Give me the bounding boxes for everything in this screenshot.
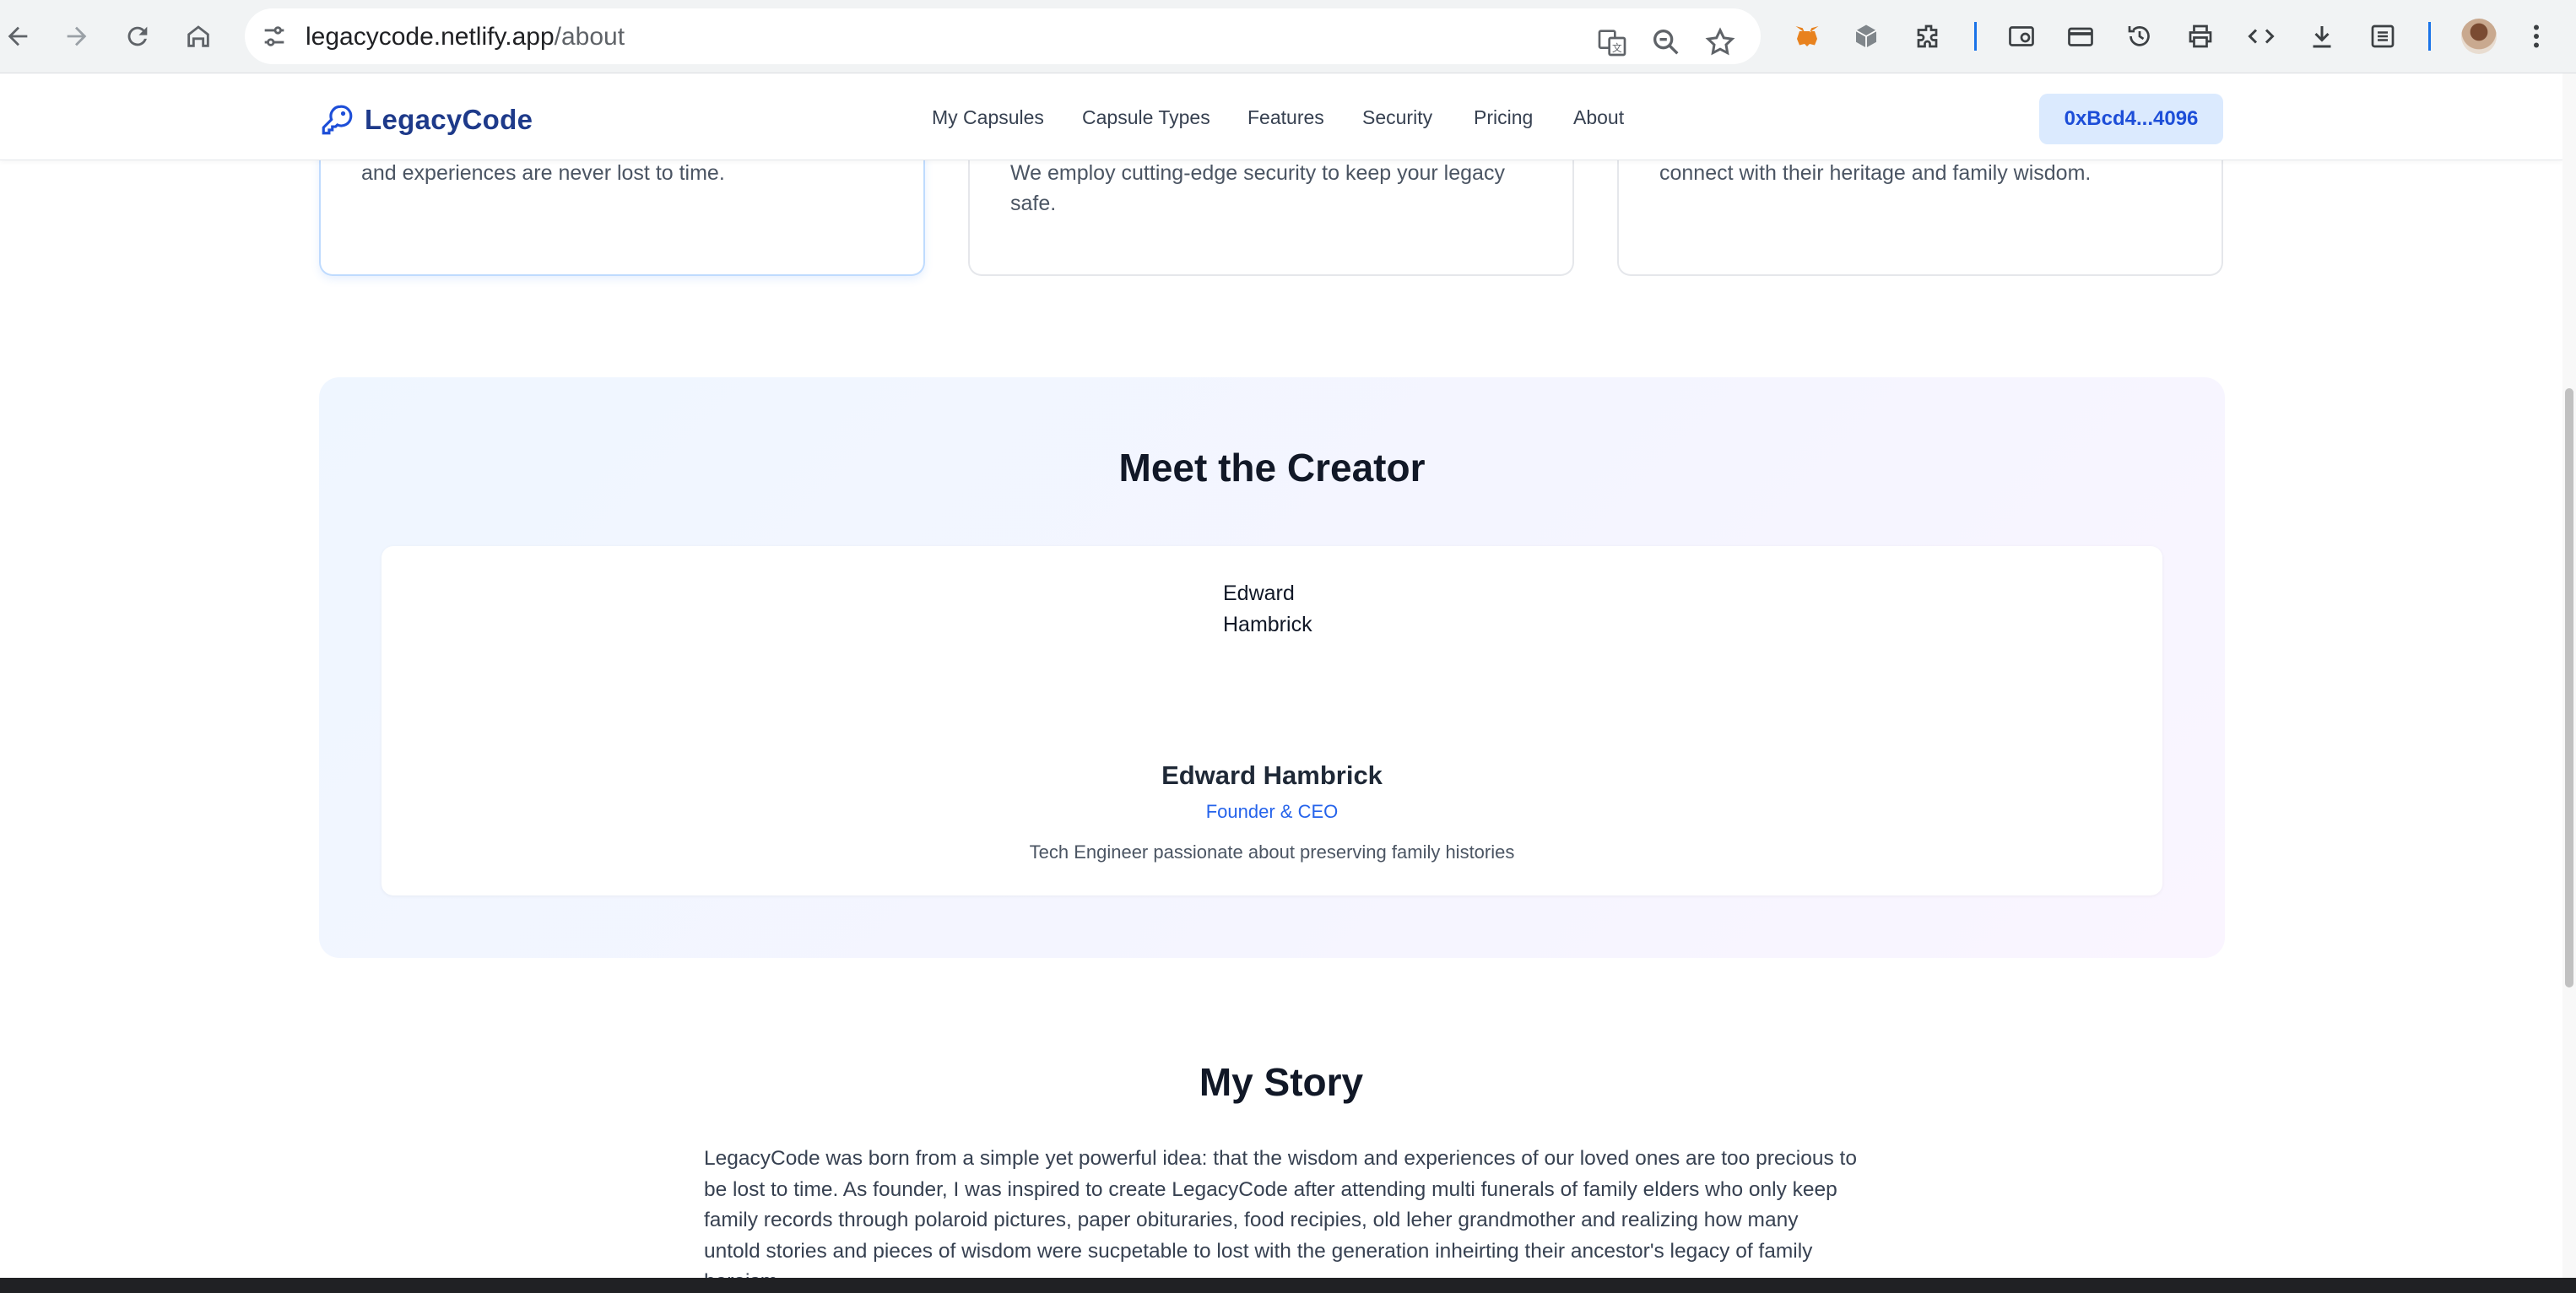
creator-bio: Tech Engineer passionate about preservin… <box>1029 841 1515 863</box>
forward-icon[interactable] <box>57 17 96 56</box>
toolbar-divider <box>2428 22 2431 51</box>
nav-security[interactable]: Security <box>1362 106 1432 129</box>
url-host: legacycode.netlify.app <box>306 23 555 51</box>
download-icon[interactable] <box>2303 17 2341 56</box>
history-icon[interactable] <box>2120 17 2159 56</box>
my-story-title: My Story <box>1199 1060 1364 1104</box>
extensions-puzzle-icon[interactable] <box>1909 17 1948 56</box>
url-path: /about <box>554 23 625 51</box>
payment-card-icon[interactable] <box>2061 17 2100 56</box>
toolbar-divider <box>1974 22 1977 51</box>
os-taskbar <box>0 1278 2576 1293</box>
more-menu-icon[interactable] <box>2517 17 2556 56</box>
creator-card: Edward Hambrick Edward Hambrick Founder … <box>382 546 2162 895</box>
nav-about[interactable]: About <box>1573 106 1624 129</box>
nav-features[interactable]: Features <box>1247 106 1324 129</box>
logo-text: LegacyCode <box>365 104 533 135</box>
browser-toolbar: legacycode.netlify.app/about 文 <box>0 0 2576 73</box>
creator-section-title: Meet the Creator <box>1118 446 1426 490</box>
site-header: LegacyCode My Capsules Capsule Types Fea… <box>0 73 2562 160</box>
avatar-alt-text: Edward Hambrick <box>1223 582 1312 636</box>
url-text[interactable]: legacycode.netlify.app/about <box>306 24 625 51</box>
svg-text:文: 文 <box>1612 42 1622 54</box>
nav-capsule-types[interactable]: Capsule Types <box>1082 106 1210 129</box>
print-icon[interactable] <box>2181 17 2220 56</box>
site-settings-icon[interactable] <box>260 22 289 51</box>
scrollbar-thumb[interactable] <box>2565 388 2573 987</box>
creator-role: Founder & CEO <box>1205 801 1339 822</box>
zoom-icon[interactable] <box>1649 25 1683 59</box>
reload-icon[interactable] <box>118 17 157 56</box>
bookmark-star-icon[interactable] <box>1703 25 1737 59</box>
translate-icon[interactable]: 文 <box>1595 25 1629 59</box>
wallet-address-button[interactable]: 0xBcd4...4096 <box>2039 94 2223 144</box>
creator-avatar: Edward Hambrick <box>1179 575 1365 760</box>
developer-tools-icon[interactable] <box>2242 17 2281 56</box>
nav-my-capsules[interactable]: My Capsules <box>932 106 1044 129</box>
logo[interactable]: LegacyCode <box>319 102 533 138</box>
meet-the-creator-section: Meet the Creator Edward Hambrick Edward … <box>319 377 2225 958</box>
nav-pricing[interactable]: Pricing <box>1474 106 1533 129</box>
address-bar[interactable]: legacycode.netlify.app/about 文 <box>245 8 1761 64</box>
creator-name: Edward Hambrick <box>1161 760 1383 790</box>
key-logo-icon <box>322 105 353 135</box>
screen-search-icon[interactable] <box>2002 17 2041 56</box>
page-content: We're committed to ensuring that valuabl… <box>0 73 2562 1278</box>
reading-list-icon[interactable] <box>2363 17 2402 56</box>
my-story-text: LegacyCode was born from a simple yet po… <box>704 1147 1857 1278</box>
profile-avatar[interactable] <box>2461 19 2497 54</box>
metamask-icon[interactable] <box>1788 17 1826 56</box>
back-icon[interactable] <box>0 17 37 56</box>
home-icon[interactable] <box>179 17 218 56</box>
cube-extension-icon[interactable] <box>1847 17 1886 56</box>
